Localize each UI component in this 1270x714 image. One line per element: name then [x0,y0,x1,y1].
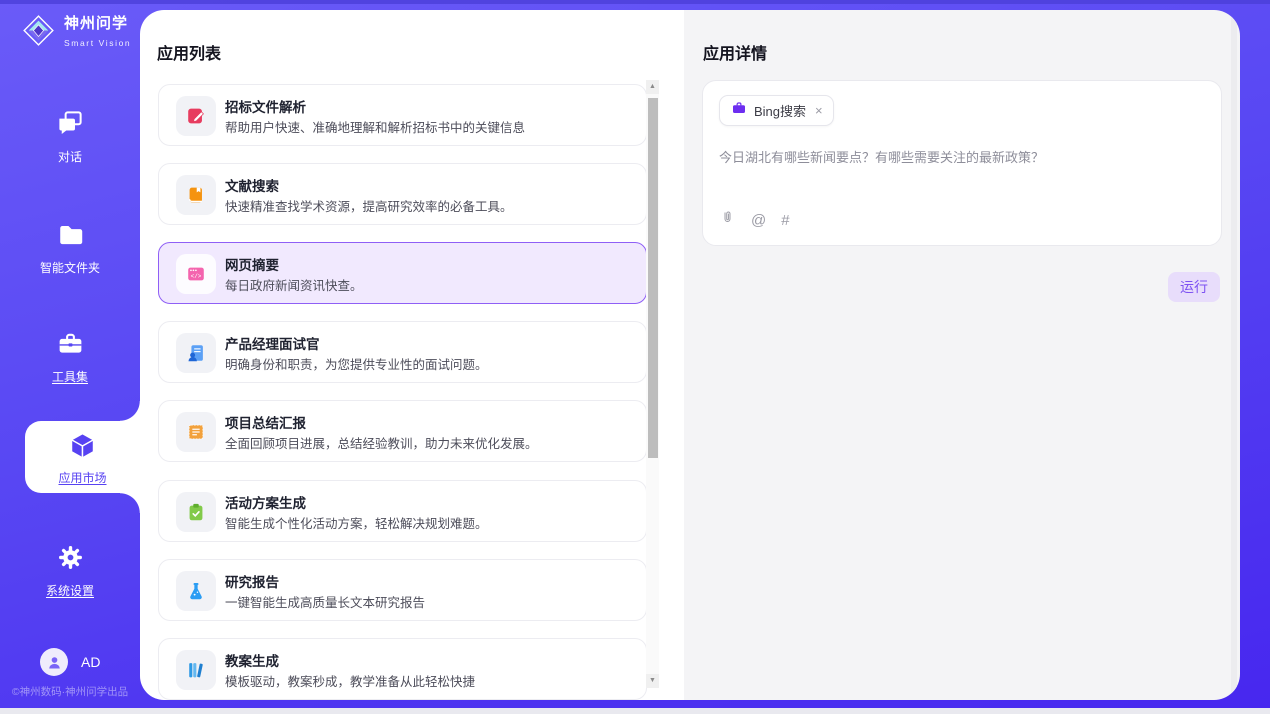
sidebar-item-toolbox[interactable]: 工具集 [0,329,140,385]
books-icon [176,650,216,690]
sidebar-item-label: 智能文件夹 [0,259,140,276]
prompt-toolbar: @ # [719,209,790,231]
app-name: 文献搜索 [225,175,279,195]
app-detail-panel: 应用详情 Bing搜索 × 今日湖北有哪些新闻要点？有哪些需要关注的最新政策？ [684,10,1240,700]
window-top-edge [0,0,1270,4]
app-card-bid-parse[interactable]: 招标文件解析 帮助用户快速、准确地理解和解析招标书中的关键信息 [158,84,647,146]
app-name: 活动方案生成 [225,492,306,512]
svg-text:</>: </> [191,273,202,280]
app-name: 网页摘要 [225,254,279,274]
brand-logo: 神州问学 Smart Vision [20,12,131,54]
app-description: 明确身份和职责，为您提供专业性的面试问题。 [225,354,488,373]
app-card-pm-interviewer[interactable]: 产品经理面试官 明确身份和职责，为您提供专业性的面试问题。 [158,321,647,383]
brand-subtitle: Smart Vision [64,38,131,48]
app-name: 研究报告 [225,571,279,591]
user-name: AD [81,654,100,670]
toolbox-icon [56,345,85,362]
app-card-event-plan[interactable]: 活动方案生成 智能生成个性化活动方案，轻松解决规划难题。 [158,480,647,542]
app-name: 招标文件解析 [225,96,306,116]
scroll-down-button[interactable]: ▼ [646,674,659,688]
app-description: 一键智能生成高质量长文本研究报告 [225,592,425,611]
app-list: 招标文件解析 帮助用户快速、准确地理解和解析招标书中的关键信息 文献搜索 快速精… [140,10,684,700]
run-button[interactable]: 运行 [1168,272,1220,302]
cube-icon [67,448,98,465]
bid-edit-icon [176,96,216,136]
diamond-logo-icon [20,12,57,54]
briefcase-icon [731,100,747,121]
app-name: 教案生成 [225,650,279,670]
app-card-webpage-summary[interactable]: </> 网页摘要 每日政府新闻资讯快查。 [158,242,647,304]
close-icon[interactable]: × [813,103,823,118]
sidebar: 神州问学 Smart Vision 对话 智能文件夹 [0,0,140,708]
app-card-literature-search[interactable]: 文献搜索 快速精准查找学术资源，提高研究效率的必备工具。 [158,163,647,225]
app-card-project-summary[interactable]: 项目总结汇报 全面回顾项目进展，总结经验教训，助力未来优化发展。 [158,400,647,462]
gear-icon [56,559,85,576]
app-name: 产品经理面试官 [225,333,320,353]
book-icon [176,175,216,215]
sidebar-item-smart-folder[interactable]: 智能文件夹 [0,220,140,276]
app-description: 帮助用户快速、准确地理解和解析招标书中的关键信息 [225,117,525,136]
app-window: 神州问学 Smart Vision 对话 智能文件夹 [0,0,1270,714]
folder-icon [56,236,85,253]
app-detail-title: 应用详情 [703,40,767,64]
app-description: 全面回顾项目进展，总结经验教训，助力未来优化发展。 [225,433,538,452]
app-description: 快速精准查找学术资源，提高研究效率的必备工具。 [225,196,513,215]
paperclip-icon[interactable] [719,209,736,231]
webpage-code-icon: </> [176,254,216,294]
sidebar-item-app-market[interactable]: 应用市场 [25,421,140,493]
sidebar-item-label: 系统设置 [0,582,140,599]
app-list-scrollbar[interactable]: ▲ ▼ [646,80,659,688]
app-description: 智能生成个性化活动方案，轻松解决规划难题。 [225,513,488,532]
scroll-up-button[interactable]: ▲ [646,80,659,94]
sidebar-item-label: 应用市场 [25,469,140,486]
app-name: 项目总结汇报 [225,412,306,432]
sidebar-item-label: 对话 [0,148,140,165]
brand-name: 神州问学 [64,15,128,32]
app-description: 模板驱动，教案秒成，教学准备从此轻松快捷 [225,671,475,690]
chat-icon [55,125,85,142]
app-list-panel: 应用列表 招标文件解析 帮助用户快速、准确地理解和解析招标书中的关键信息 [140,10,684,700]
flask-icon [176,571,216,611]
sidebar-item-chat[interactable]: 对话 [0,108,140,165]
user-avatar-icon[interactable] [40,648,68,676]
tool-chip-label: Bing搜索 [754,101,806,120]
app-card-research-report[interactable]: 研究报告 一键智能生成高质量长文本研究报告 [158,559,647,621]
sidebar-item-label: 工具集 [0,368,140,385]
app-card-lesson-plan[interactable]: 教案生成 模板驱动，教案秒成，教学准备从此轻松快捷 [158,638,647,700]
clipboard-check-icon [176,492,216,532]
prompt-text[interactable]: 今日湖北有哪些新闻要点？有哪些需要关注的最新政策？ [719,147,1199,166]
user-account[interactable]: AD [40,648,100,676]
prompt-input-card[interactable]: Bing搜索 × 今日湖北有哪些新闻要点？有哪些需要关注的最新政策？ @ # [702,80,1222,246]
copyright-text: ©神州数码·神州问学出品 [0,684,140,699]
app-description: 每日政府新闻资讯快查。 [225,275,363,294]
interviewer-icon [176,333,216,373]
hash-icon[interactable]: # [781,212,789,229]
tool-chip-bing-search[interactable]: Bing搜索 × [719,95,834,126]
note-icon [176,412,216,452]
brand-text: 神州问学 Smart Vision [64,15,131,51]
scrollbar-thumb[interactable] [648,98,658,458]
sidebar-item-settings[interactable]: 系统设置 [0,543,140,599]
mention-icon[interactable]: @ [751,212,766,229]
detail-scrollbar-track[interactable] [1231,14,1237,696]
